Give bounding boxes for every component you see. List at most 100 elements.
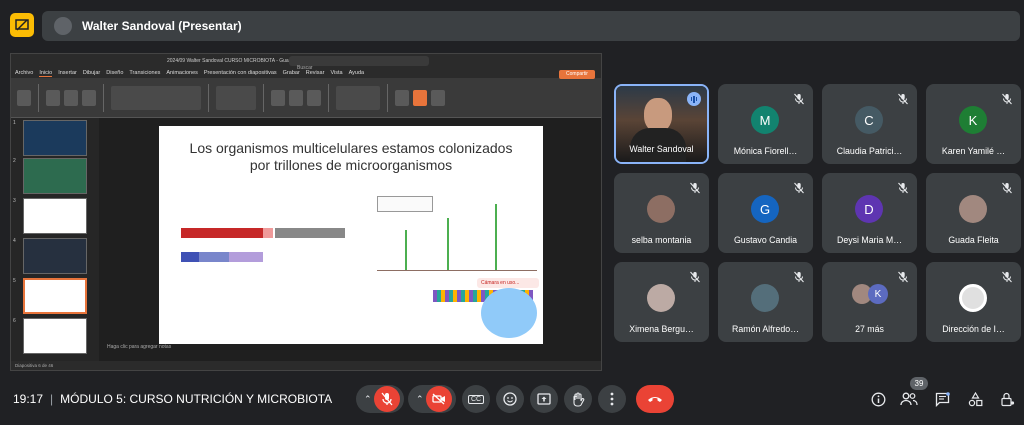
mic-muted-icon <box>897 181 909 194</box>
ribbon-designer-icon[interactable] <box>431 89 445 106</box>
ppt-ribbon <box>11 78 601 118</box>
ribbon-paragraph-group[interactable] <box>216 85 256 110</box>
chevron-up-icon[interactable]: ⌃ <box>416 394 424 405</box>
participant-tile[interactable]: K 27 más <box>822 262 917 342</box>
participant-name: Karen Yamilé … <box>941 146 1006 156</box>
more-options-button[interactable] <box>598 385 626 413</box>
present-button[interactable] <box>530 385 558 413</box>
presenting-icon[interactable] <box>10 13 34 37</box>
participant-tile[interactable]: M Mónica Fiorell… <box>718 84 813 164</box>
participant-tile[interactable]: D Deysi Maria M… <box>822 173 917 253</box>
slide-thumbnail[interactable] <box>23 238 87 274</box>
ribbon-layout-icon[interactable] <box>82 89 96 106</box>
mic-muted-icon <box>793 181 805 194</box>
participant-tile[interactable]: C Claudia Patrici… <box>822 84 917 164</box>
human-cells-bar-segment <box>263 228 273 238</box>
slide-thumbnail[interactable] <box>23 318 87 354</box>
people-button[interactable] <box>898 388 920 410</box>
presenter-avatar <box>54 17 72 35</box>
ribbon-dictate-icon[interactable] <box>395 89 409 106</box>
participant-avatar: G <box>751 195 779 223</box>
participant-photo <box>751 284 779 312</box>
ribbon-reuse-slide-icon[interactable] <box>64 89 78 106</box>
activities-button[interactable] <box>964 388 986 410</box>
ribbon-arrange-icon[interactable] <box>289 89 303 106</box>
participant-tile[interactable]: K Karen Yamilé … <box>926 84 1021 164</box>
participant-name: Mónica Fiorell… <box>733 146 798 156</box>
participant-avatar: M <box>751 106 779 134</box>
mic-control[interactable]: ⌃ <box>356 385 404 413</box>
ppt-menu-inicio[interactable]: Inicio <box>39 70 53 77</box>
shared-screen: 2024/09 Walter Sandoval CURSO MICROBIOTA… <box>10 53 602 371</box>
ppt-share-button[interactable]: Compartir <box>559 70 595 79</box>
slide-thumbnail[interactable] <box>23 120 87 156</box>
slide-thumbnail-selected[interactable] <box>23 278 87 314</box>
ribbon-addins-icon[interactable] <box>413 89 427 106</box>
meet-window: Walter Sandoval (Presentar) 2024/09 Walt… <box>0 0 1024 425</box>
bacteria-bar <box>275 228 345 238</box>
emoji-icon <box>503 392 517 406</box>
slide-thumbnail[interactable] <box>23 158 87 194</box>
reactions-button[interactable] <box>496 385 524 413</box>
participant-avatar: K <box>959 106 987 134</box>
ribbon-styles-icon[interactable] <box>307 89 321 106</box>
mic-muted-icon <box>897 270 909 283</box>
ppt-menu-archivo[interactable]: Archivo <box>15 70 33 76</box>
ppt-menu-diseno[interactable]: Diseño <box>106 70 123 76</box>
info-icon <box>871 392 885 406</box>
mic-off-icon[interactable] <box>374 386 400 412</box>
soil-line <box>377 270 537 271</box>
meeting-title: MÓDULO 5: CURSO NUTRICIÓN Y MICROBIOTA <box>60 392 333 406</box>
ppt-menu-ayuda[interactable]: Ayuda <box>349 70 365 76</box>
ppt-search-placeholder: Buscar <box>297 65 313 71</box>
slide-thumbnail[interactable] <box>23 198 87 234</box>
mass-bar-segment <box>181 252 199 262</box>
participant-photo <box>959 195 987 223</box>
ribbon-font-group[interactable] <box>111 85 201 110</box>
participant-tile[interactable]: Ramón Alfredo… <box>718 262 813 342</box>
participant-name: Walter Sandoval <box>629 144 694 154</box>
participant-tile[interactable]: Walter Sandoval <box>614 84 709 164</box>
participant-name: Guada Fleita <box>948 235 999 245</box>
captions-button[interactable]: CC <box>462 385 490 413</box>
ppt-search-box[interactable]: Buscar <box>289 56 429 71</box>
participant-tile[interactable]: Dirección de I… <box>926 262 1021 342</box>
camera-off-icon[interactable] <box>426 386 452 412</box>
thumb-number: 1 <box>13 120 16 126</box>
ribbon-paste-icon[interactable] <box>17 89 31 106</box>
ppt-menu-dibujar[interactable]: Dibujar <box>83 70 100 76</box>
ppt-menu-presentacion[interactable]: Presentación con diapositivas <box>204 70 277 76</box>
chat-button[interactable] <box>931 388 953 410</box>
presenter-banner[interactable]: Walter Sandoval (Presentar) <box>42 11 1020 41</box>
present-screen-icon <box>537 393 551 405</box>
participant-tile[interactable]: Ximena Bergu… <box>614 262 709 342</box>
camera-control[interactable]: ⌃ <box>408 385 456 413</box>
meeting-details-button[interactable] <box>867 388 889 410</box>
ppt-menu-insertar[interactable]: Insertar <box>58 70 77 76</box>
clock: 19:17 <box>13 392 44 406</box>
ribbon-new-slide-icon[interactable] <box>46 89 60 106</box>
mic-muted-icon <box>793 92 805 105</box>
ppt-menu-animaciones[interactable]: Animaciones <box>166 70 198 76</box>
thumb-number: 3 <box>13 198 16 204</box>
thumb-number: 2 <box>13 158 16 164</box>
shapes-icon <box>968 391 982 406</box>
leave-call-button[interactable] <box>636 385 674 413</box>
participant-tile[interactable]: G Gustavo Candia <box>718 173 813 253</box>
raise-hand-button[interactable] <box>564 385 592 413</box>
chevron-up-icon[interactable]: ⌃ <box>364 394 372 405</box>
meeting-info: 19:17 | MÓDULO 5: CURSO NUTRICIÓN Y MICROB… <box>13 392 333 406</box>
slide-notes[interactable]: Haga clic para agregar notas <box>103 344 601 354</box>
people-icon <box>900 392 918 406</box>
ppt-menu-transiciones[interactable]: Transiciones <box>129 70 160 76</box>
participant-name: Ramón Alfredo… <box>732 324 799 334</box>
slide-title-line-1: Los organismos multicelulares estamos co… <box>189 140 513 156</box>
ribbon-editing-group[interactable] <box>336 85 380 110</box>
ribbon-shapes-icon[interactable] <box>271 89 285 106</box>
participant-tile[interactable]: Guada Fleita <box>926 173 1021 253</box>
participant-tile[interactable]: selba montania <box>614 173 709 253</box>
participant-photo <box>647 195 675 223</box>
host-controls-button[interactable] <box>996 388 1018 410</box>
ppt-menu-vista[interactable]: Vista <box>330 70 342 76</box>
participant-name: Dirección de I… <box>942 324 1005 334</box>
